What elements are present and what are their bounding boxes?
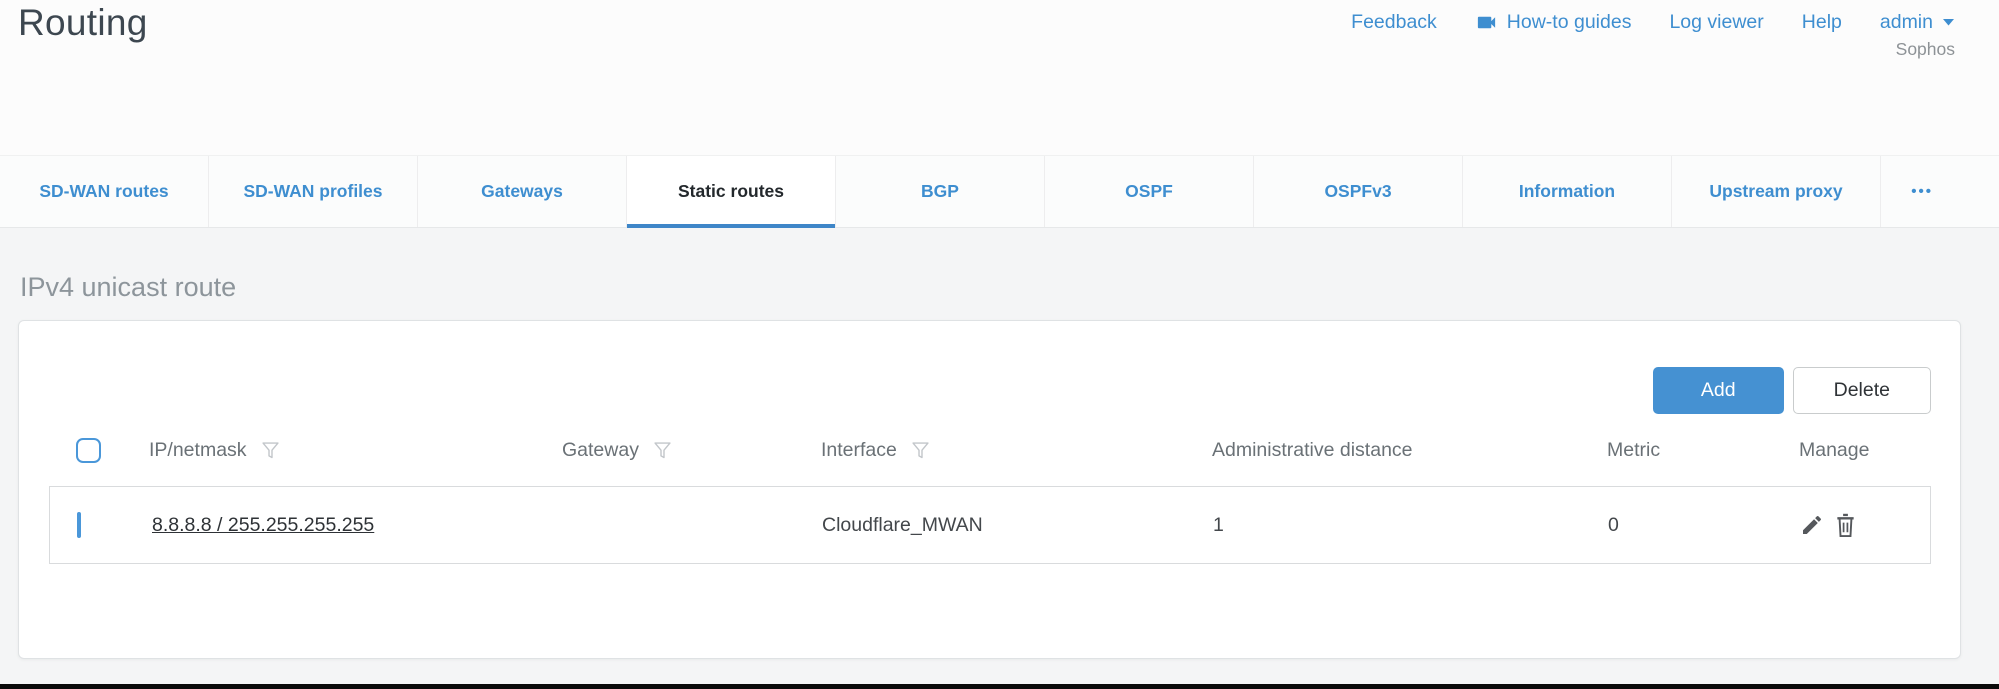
- column-header-administrative-distance: Administrative distance: [1212, 439, 1413, 462]
- filter-icon[interactable]: [260, 439, 281, 462]
- howto-guides-label: How-to guides: [1507, 11, 1632, 34]
- filter-icon[interactable]: [652, 439, 673, 462]
- filter-icon[interactable]: [910, 439, 931, 462]
- howto-guides-link[interactable]: How-to guides: [1475, 11, 1632, 34]
- video-camera-icon: [1475, 11, 1498, 34]
- tab-ospf[interactable]: OSPF: [1045, 156, 1254, 227]
- admin-label: admin: [1880, 11, 1933, 34]
- delete-button[interactable]: Delete: [1793, 367, 1931, 414]
- column-header-gateway: Gateway: [562, 439, 639, 462]
- table-row: 8.8.8.8 / 255.255.255.255 Cloudflare_MWA…: [49, 486, 1931, 564]
- more-tabs-ellipsis-icon[interactable]: •••: [1885, 156, 1959, 227]
- brand-label: Sophos: [1351, 39, 1955, 60]
- chevron-down-icon: [1942, 18, 1955, 27]
- column-header-manage: Manage: [1799, 439, 1869, 462]
- select-all-checkbox[interactable]: [76, 438, 101, 463]
- tab-bgp[interactable]: BGP: [836, 156, 1045, 227]
- route-link[interactable]: 8.8.8.8 / 255.255.255.255: [152, 514, 374, 536]
- interface-cell: Cloudflare_MWAN: [822, 514, 1213, 537]
- table-actions: Add Delete: [19, 321, 1960, 414]
- add-button[interactable]: Add: [1653, 367, 1784, 414]
- tab-bar: SD-WAN routes SD-WAN profiles Gateways S…: [0, 155, 1999, 228]
- feedback-link[interactable]: Feedback: [1351, 11, 1437, 34]
- routes-card: Add Delete IP/netmask Gateway: [18, 320, 1961, 659]
- tab-sdwan-routes[interactable]: SD-WAN routes: [0, 156, 209, 227]
- edit-icon[interactable]: [1800, 513, 1824, 537]
- page-title: Routing: [18, 2, 148, 44]
- column-header-interface: Interface: [821, 439, 897, 462]
- tab-static-routes[interactable]: Static routes: [627, 156, 836, 227]
- table-header-row: IP/netmask Gateway Interface: [49, 414, 1931, 486]
- top-nav: Feedback How-to guides Log viewer Help a…: [1351, 11, 1955, 60]
- tab-ospfv3[interactable]: OSPFv3: [1254, 156, 1463, 227]
- section-heading: IPv4 unicast route: [20, 272, 1961, 303]
- metric-cell: 0: [1608, 514, 1780, 537]
- admin-menu[interactable]: admin: [1880, 11, 1955, 34]
- help-link[interactable]: Help: [1802, 11, 1842, 34]
- administrative-distance-cell: 1: [1213, 514, 1608, 537]
- column-header-metric: Metric: [1607, 439, 1660, 462]
- bottom-edge-bar: [0, 684, 1999, 689]
- trash-icon[interactable]: [1834, 512, 1857, 538]
- manage-cell: [1780, 512, 1930, 538]
- tab-gateways[interactable]: Gateways: [418, 156, 627, 227]
- routes-table: IP/netmask Gateway Interface: [49, 414, 1931, 564]
- column-header-ip-netmask: IP/netmask: [149, 439, 247, 462]
- tab-upstream-proxy[interactable]: Upstream proxy: [1672, 156, 1881, 227]
- log-viewer-link[interactable]: Log viewer: [1669, 11, 1763, 34]
- row-checkbox[interactable]: [77, 512, 81, 538]
- tab-information[interactable]: Information: [1463, 156, 1672, 227]
- content-area: IPv4 unicast route Add Delete IP/netmask…: [0, 228, 1999, 689]
- page-header: Routing Feedback How-to guides Log viewe…: [0, 0, 1999, 155]
- tab-sdwan-profiles[interactable]: SD-WAN profiles: [209, 156, 418, 227]
